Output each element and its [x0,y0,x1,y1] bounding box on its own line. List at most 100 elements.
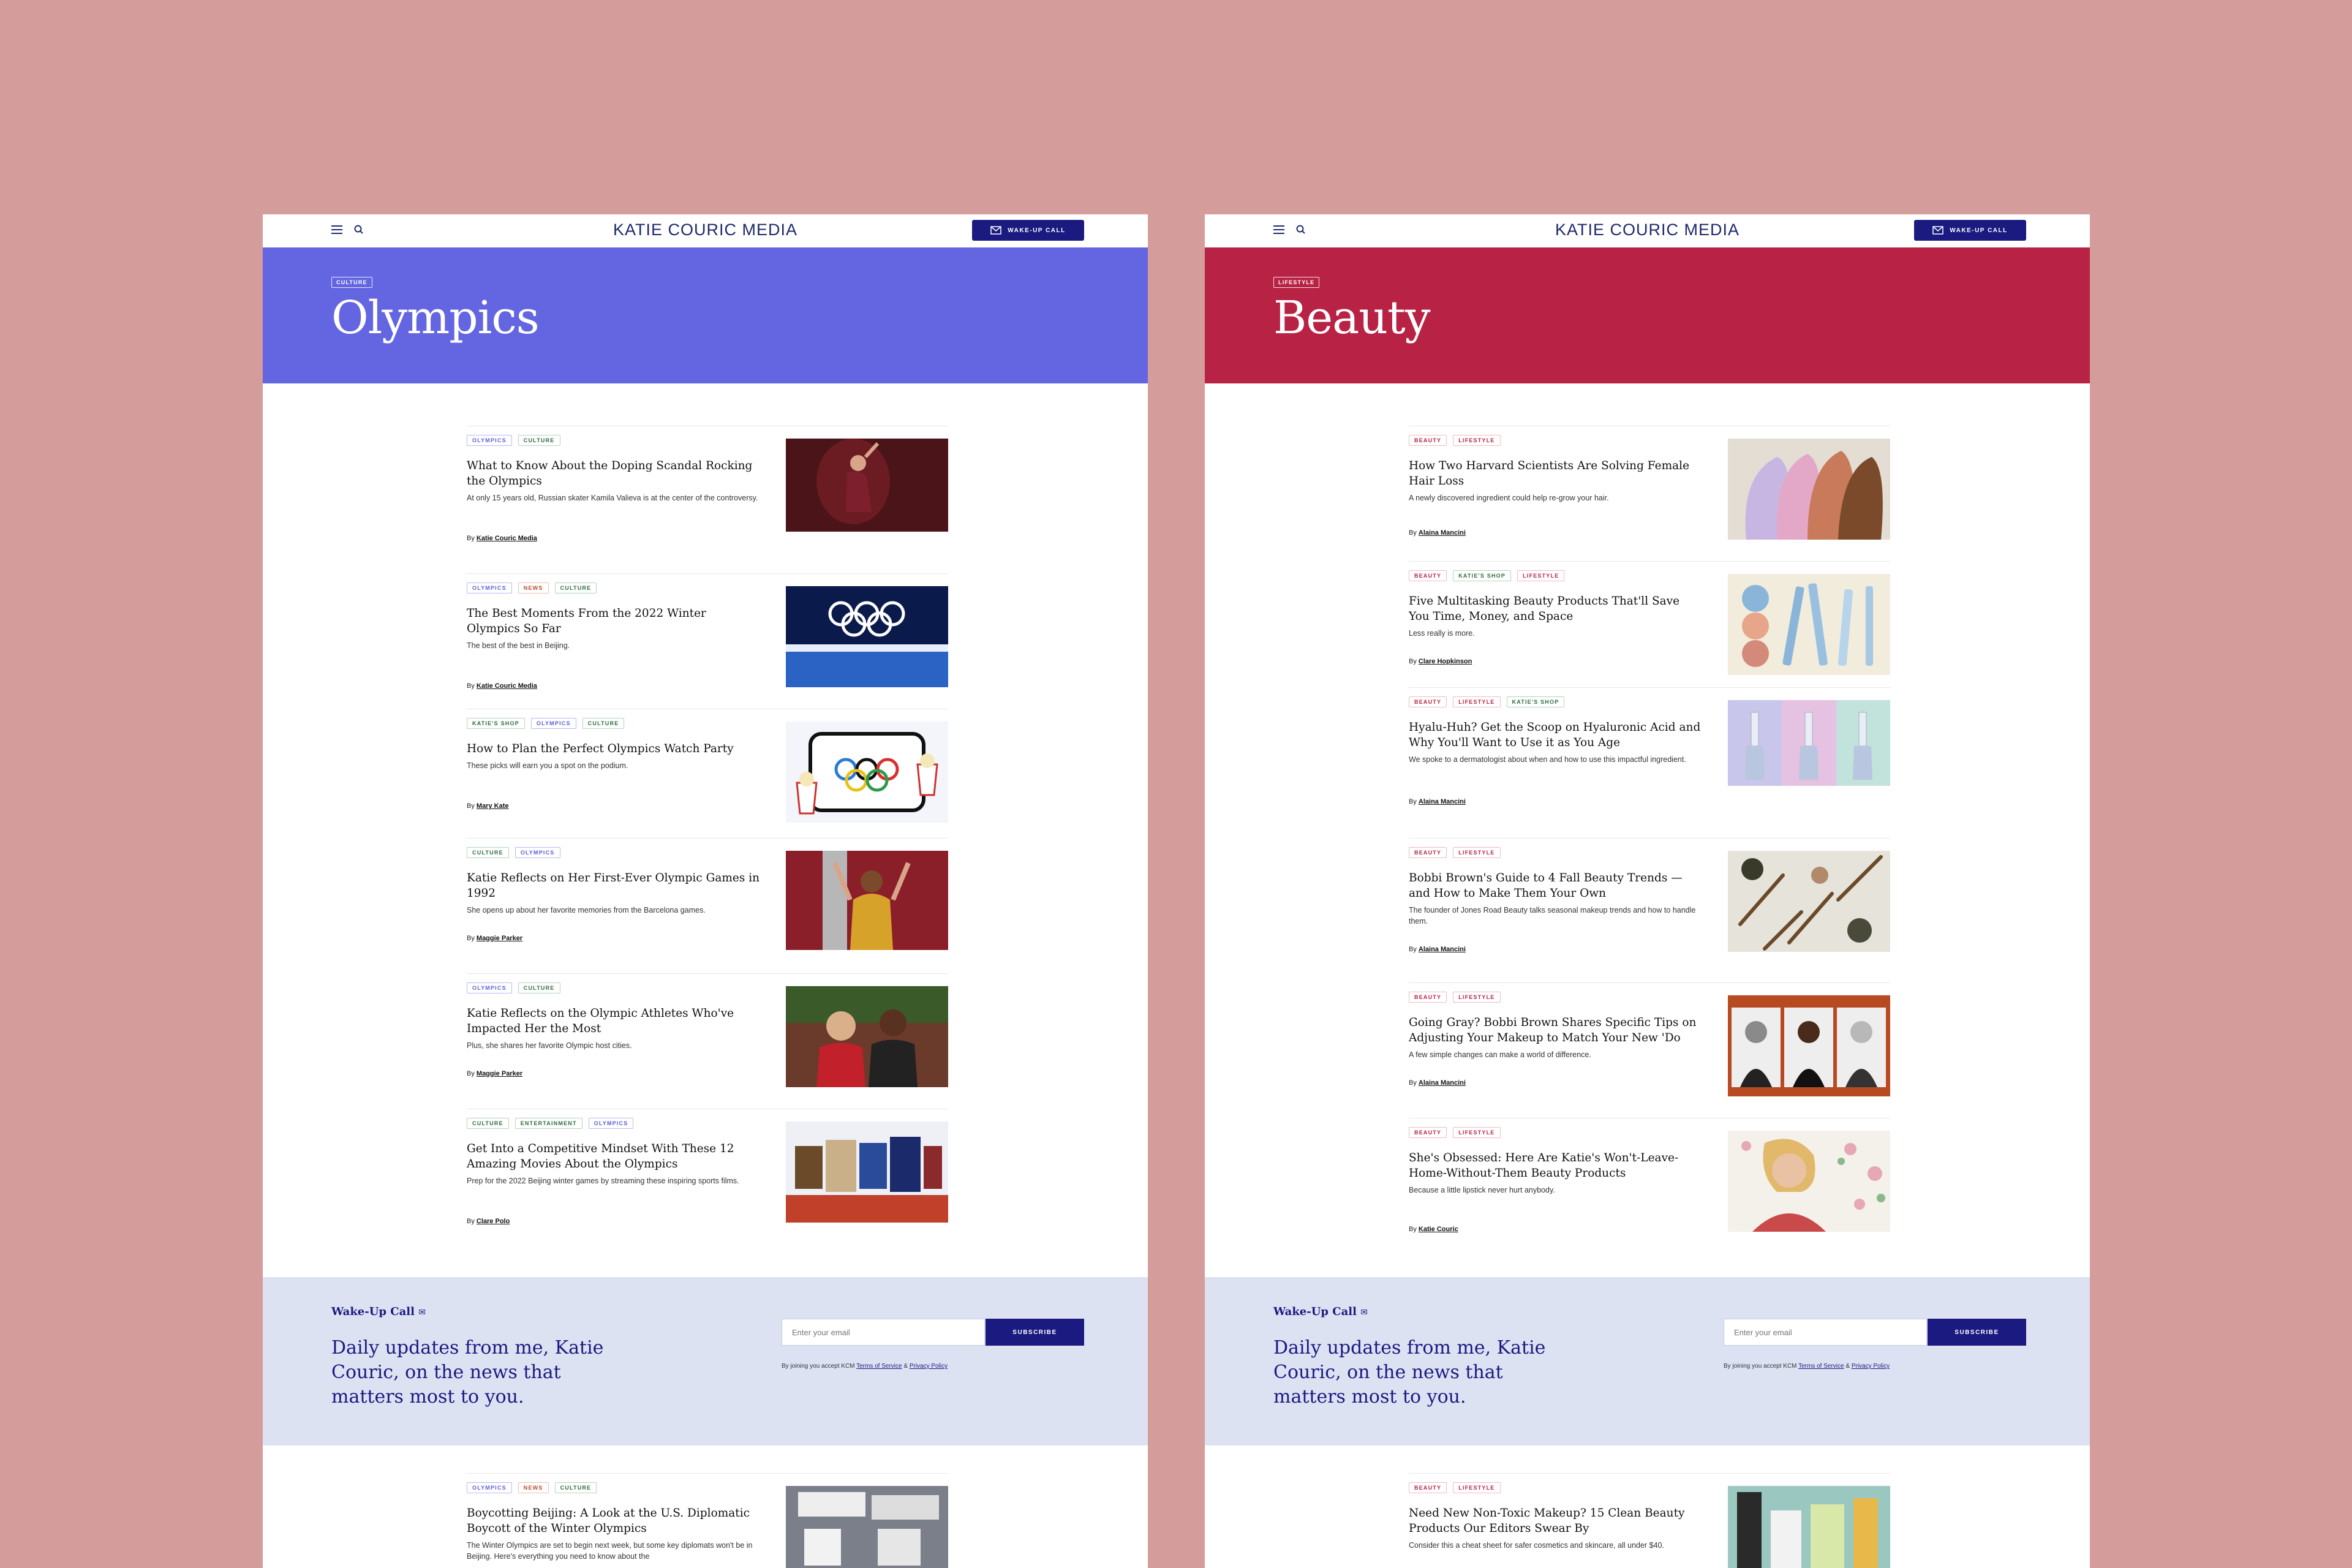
tag-olympics[interactable]: OLYMPICS [467,982,512,993]
tag-katies-shop[interactable]: KATIE'S SHOP [1453,570,1512,581]
author-link[interactable]: Alaina Mancini [1419,798,1466,805]
email-input[interactable] [782,1319,985,1346]
tag-culture[interactable]: CULTURE [467,847,509,858]
brushes-photo[interactable] [1728,851,1890,952]
subscribe-button[interactable]: SUBSCRIBE [1928,1319,2026,1346]
article-card[interactable]: CULTURE ENTERTAINMENT OLYMPICS Get Into … [467,1109,948,1256]
article-card[interactable]: KATIE'S SHOP OLYMPICS CULTURE How to Pla… [467,709,948,838]
article-title[interactable]: How to Plan the Perfect Olympics Watch P… [467,741,761,756]
privacy-link[interactable]: Privacy Policy [910,1363,948,1370]
tag-lifestyle[interactable]: LIFESTYLE [1453,435,1501,446]
tag-beauty[interactable]: BEAUTY [1409,847,1447,858]
article-title[interactable]: What to Know About the Doping Scandal Ro… [467,458,761,489]
tag-culture[interactable]: CULTURE [554,582,597,594]
terms-link[interactable]: Terms of Service [856,1363,902,1370]
protest-photo[interactable] [786,1486,948,1568]
email-input[interactable] [1724,1319,1927,1346]
tag-lifestyle[interactable]: LIFESTYLE [1453,696,1501,707]
tag-olympics[interactable]: OLYMPICS [514,847,560,858]
tag-news[interactable]: NEWS [518,582,549,594]
article-title[interactable]: Bobbi Brown's Guide to 4 Fall Beauty Tre… [1409,870,1703,901]
wake-up-call-button[interactable]: WAKE-UP CALL [972,220,1084,241]
article-title[interactable]: Get Into a Competitive Mindset With Thes… [467,1141,761,1172]
article-card[interactable]: BEAUTY LIFESTYLE Going Gray? Bobbi Brown… [1409,982,1890,1118]
clean-beauty-products-photo[interactable] [1728,1486,1890,1568]
tag-news[interactable]: NEWS [518,1482,549,1493]
author-link[interactable]: Alaina Mancini [1419,946,1466,953]
tag-entertainment[interactable]: ENTERTAINMENT [514,1118,582,1129]
tag-lifestyle[interactable]: LIFESTYLE [1453,992,1501,1003]
tag-olympics[interactable]: OLYMPICS [467,435,512,446]
tag-olympics[interactable]: OLYMPICS [530,718,576,729]
tag-katies-shop[interactable]: KATIE'S SHOP [1506,696,1565,707]
article-card[interactable]: BEAUTY KATIE'S SHOP LIFESTYLE Five Multi… [1409,561,1890,687]
three-women-photo[interactable] [1728,995,1890,1096]
article-card[interactable]: BEAUTY LIFESTYLE How Two Harvard Scienti… [1409,426,1890,561]
tag-katies-shop[interactable]: KATIE'S SHOP [467,718,525,729]
article-card[interactable]: OLYMPICS NEWS CULTURE The Best Moments F… [467,573,948,709]
tag-culture[interactable]: CULTURE [518,435,560,446]
katie-1992-photo[interactable] [786,851,948,950]
author-link[interactable]: Mary Kate [477,802,509,810]
tv-popcorn-illustration[interactable] [786,722,948,823]
tag-beauty[interactable]: BEAUTY [1409,992,1447,1003]
author-link[interactable]: Katie Couric [1419,1226,1458,1233]
article-title[interactable]: Going Gray? Bobbi Brown Shares Specific … [1409,1015,1703,1046]
hero-tag[interactable]: LIFESTYLE [1273,277,1320,288]
hero-tag[interactable]: CULTURE [331,277,372,288]
article-title[interactable]: Boycotting Beijing: A Look at the U.S. D… [467,1506,761,1536]
author-link[interactable]: Clare Polo [477,1218,510,1225]
author-link[interactable]: Maggie Parker [477,935,522,942]
tag-beauty[interactable]: BEAUTY [1409,696,1447,707]
tag-lifestyle[interactable]: LIFESTYLE [1453,1127,1501,1138]
terms-link[interactable]: Terms of Service [1798,1363,1844,1370]
article-card[interactable]: BEAUTY LIFESTYLE She's Obsessed: Here Ar… [1409,1118,1890,1265]
tag-lifestyle[interactable]: LIFESTYLE [1517,570,1565,581]
tag-beauty[interactable]: BEAUTY [1409,1482,1447,1493]
women-profiles-illustration[interactable] [1728,439,1890,540]
katie-athlete-photo[interactable] [786,986,948,1087]
tag-olympics[interactable]: OLYMPICS [467,582,512,594]
article-title[interactable]: The Best Moments From the 2022 Winter Ol… [467,606,761,636]
olympic-rings-stadium-photo[interactable] [786,586,948,687]
privacy-link[interactable]: Privacy Policy [1852,1363,1890,1370]
wake-up-call-button[interactable]: WAKE-UP CALL [1914,220,2026,241]
tag-lifestyle[interactable]: LIFESTYLE [1453,847,1501,858]
movie-posters[interactable] [786,1121,948,1223]
tag-beauty[interactable]: BEAUTY [1409,435,1447,446]
skater-photo[interactable] [786,439,948,532]
article-title[interactable]: Hyalu-Huh? Get the Scoop on Hyaluronic A… [1409,720,1703,750]
tag-culture[interactable]: CULTURE [582,718,625,729]
tag-olympics[interactable]: OLYMPICS [467,1482,512,1493]
author-link[interactable]: Alaina Mancini [1419,1079,1466,1087]
article-title[interactable]: Katie Reflects on the Olympic Athletes W… [467,1006,761,1036]
makeup-products-photo[interactable] [1728,574,1890,675]
article-title[interactable]: Katie Reflects on Her First-Ever Olympic… [467,870,761,901]
serum-droppers-photo[interactable] [1728,700,1890,786]
author-link[interactable]: Alaina Mancini [1419,529,1466,537]
article-card[interactable]: CULTURE OLYMPICS Katie Reflects on Her F… [467,838,948,973]
tag-culture[interactable]: CULTURE [518,982,560,993]
article-card[interactable]: OLYMPICS CULTURE What to Know About the … [467,426,948,573]
article-card[interactable]: BEAUTY LIFESTYLE Bobbi Brown's Guide to … [1409,838,1890,982]
article-title[interactable]: Need New Non-Toxic Makeup? 15 Clean Beau… [1409,1506,1703,1536]
tag-culture[interactable]: CULTURE [467,1118,509,1129]
tag-lifestyle[interactable]: LIFESTYLE [1453,1482,1501,1493]
article-card[interactable]: BEAUTY LIFESTYLE KATIE'S SHOP Hyalu-Huh?… [1409,687,1890,838]
subscribe-button[interactable]: SUBSCRIBE [986,1319,1084,1346]
author-link[interactable]: Katie Couric Media [477,682,537,690]
article-title[interactable]: How Two Harvard Scientists Are Solving F… [1409,458,1703,489]
article-title[interactable]: She's Obsessed: Here Are Katie's Won't-L… [1409,1150,1703,1181]
article-card[interactable]: OLYMPICS NEWS CULTURE Boycotting Beijing… [467,1473,948,1568]
tag-beauty[interactable]: BEAUTY [1409,570,1447,581]
article-card[interactable]: OLYMPICS CULTURE Katie Reflects on the O… [467,973,948,1109]
article-title[interactable]: Five Multitasking Beauty Products That'l… [1409,594,1703,624]
tag-olympics[interactable]: OLYMPICS [588,1118,634,1129]
author-link[interactable]: Clare Hopkinson [1419,658,1472,665]
katie-floral-photo[interactable] [1728,1131,1890,1232]
tag-culture[interactable]: CULTURE [554,1482,597,1493]
author-link[interactable]: Katie Couric Media [477,535,537,542]
author-link[interactable]: Maggie Parker [477,1070,522,1077]
tag-beauty[interactable]: BEAUTY [1409,1127,1447,1138]
article-card[interactable]: BEAUTY LIFESTYLE Need New Non-Toxic Make… [1409,1473,1890,1568]
